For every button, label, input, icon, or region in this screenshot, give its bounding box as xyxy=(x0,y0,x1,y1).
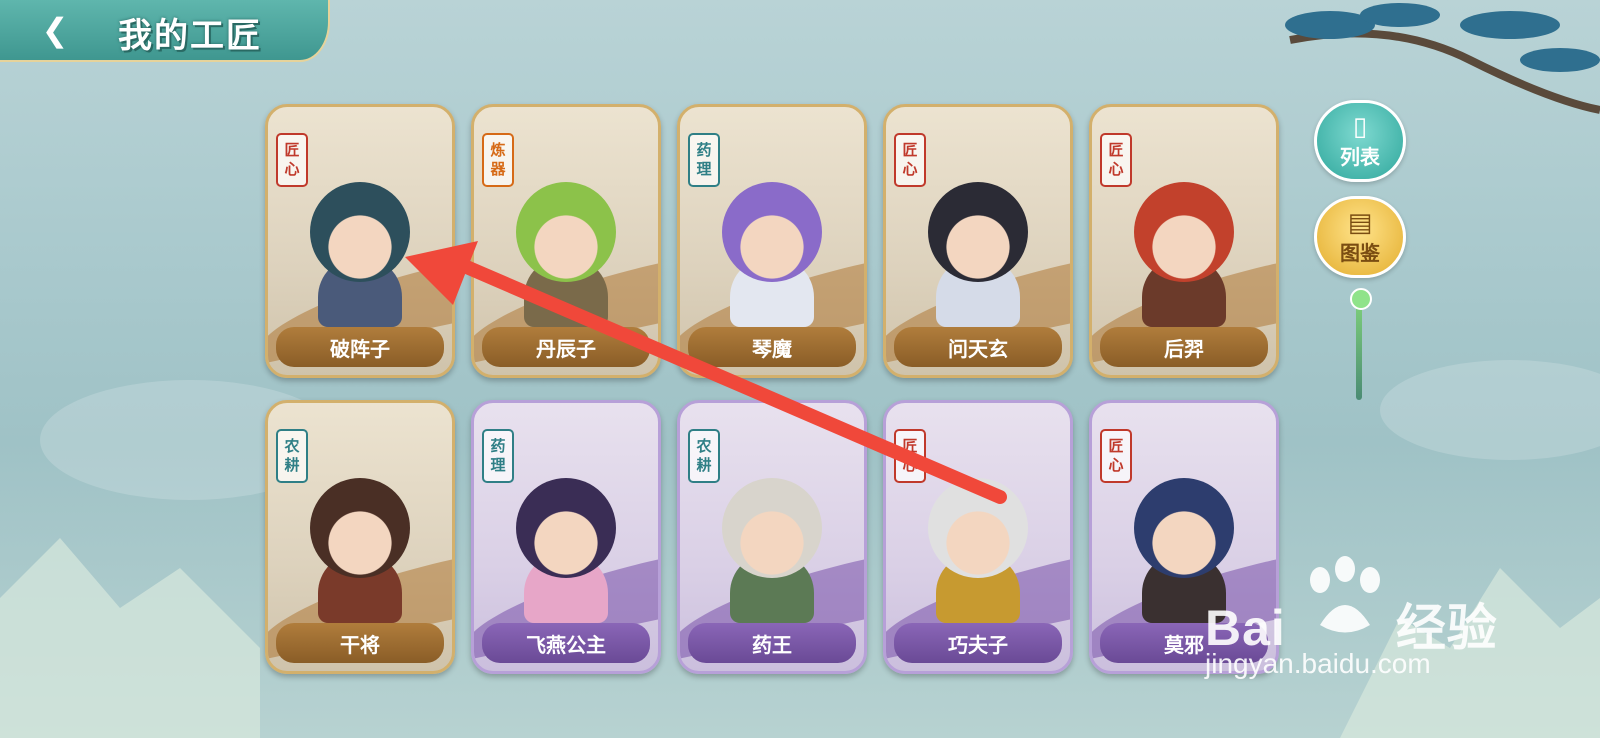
watermark-url: jingyan.baidu.com xyxy=(1205,648,1431,679)
